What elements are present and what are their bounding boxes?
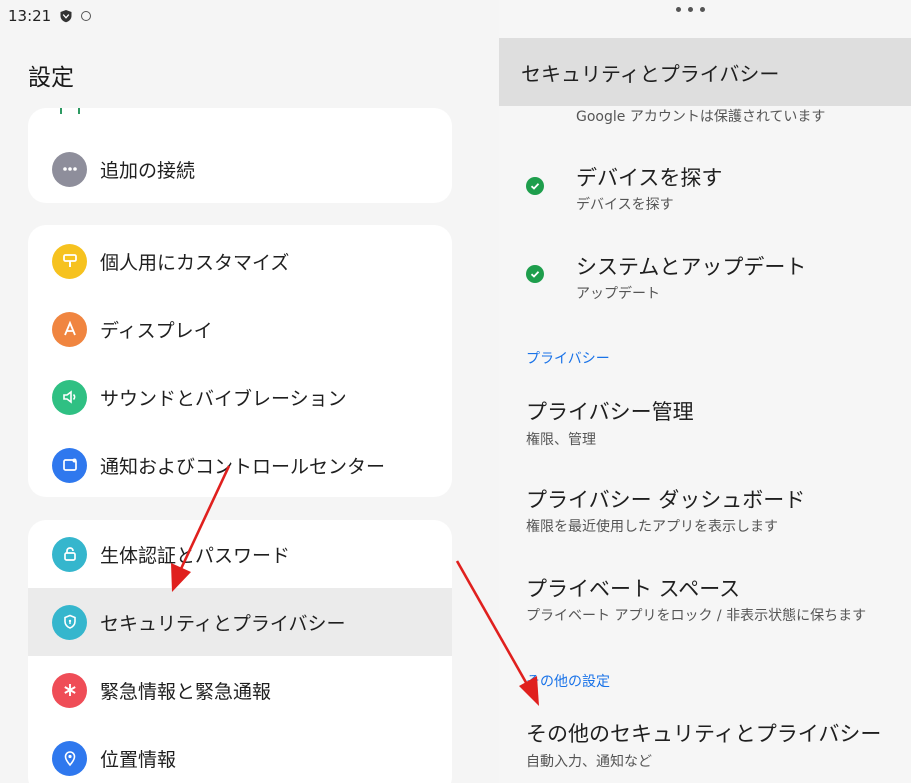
partially-hidden-item-icon	[60, 108, 80, 114]
check-icon	[526, 265, 544, 283]
page-title: 設定	[28, 65, 74, 91]
item-title: デバイスを探す	[576, 166, 723, 190]
settings-panel: 13:21 設定 追加の接続 個人用にカスタマイズ ディスプレイ サウンドとバイ…	[0, 0, 498, 783]
settings-item-location[interactable]: 位置情報	[28, 724, 452, 783]
settings-item-label: ディスプレイ	[100, 319, 213, 342]
paint-roller-icon	[52, 243, 87, 279]
settings-item-label: セキュリティとプライバシー	[100, 612, 346, 635]
location-pin-icon	[52, 740, 87, 776]
notification-icon	[52, 447, 87, 483]
settings-item-security-privacy[interactable]: セキュリティとプライバシー	[28, 588, 452, 656]
other-settings-section-header: その他の設定	[526, 674, 610, 690]
settings-item-label: 個人用にカスタマイズ	[100, 251, 290, 274]
settings-group-security: 生体認証とパスワード セキュリティとプライバシー 緊急情報と緊急通報 位置情報	[28, 520, 452, 783]
vpn-shield-icon	[60, 10, 72, 23]
item-title: その他のセキュリティとプライバシー	[526, 722, 882, 746]
shield-icon	[52, 604, 87, 640]
settings-item-customize[interactable]: 個人用にカスタマイズ	[28, 227, 452, 295]
settings-item-notifications[interactable]: 通知およびコントロールセンター	[28, 431, 452, 497]
settings-item-label: サウンドとバイブレーション	[100, 387, 347, 410]
item-title: システムとアップデート	[576, 255, 807, 279]
sync-circle-icon	[81, 11, 92, 21]
item-subtitle: 権限、管理	[526, 432, 596, 448]
settings-group-display: 個人用にカスタマイズ ディスプレイ サウンドとバイブレーション 通知およびコント…	[28, 225, 452, 497]
settings-item-label: 生体認証とパスワード	[100, 544, 291, 567]
item-subtitle: プライベート アプリをロック / 非表示状態に保ちます	[526, 608, 867, 624]
settings-item-label: 緊急情報と緊急通報	[100, 680, 272, 703]
item-subtitle: 自動入力、通知など	[526, 754, 652, 770]
panel-title: セキュリティとプライバシー	[521, 61, 780, 86]
google-account-status: Google アカウントは保護されています	[576, 109, 826, 125]
status-time: 13:21	[8, 7, 52, 25]
settings-item-display[interactable]: ディスプレイ	[28, 295, 452, 363]
item-title: プライバシー ダッシュボード	[526, 488, 806, 512]
item-subtitle: アップデート	[576, 286, 660, 302]
item-subtitle: 権限を最近使用したアプリを表示します	[526, 519, 778, 535]
settings-item-emergency[interactable]: 緊急情報と緊急通報	[28, 656, 452, 724]
item-title: プライベート スペース	[526, 577, 741, 601]
settings-item-label: 追加の接続	[100, 159, 196, 182]
settings-item-label: 位置情報	[100, 748, 177, 771]
item-title: プライバシー管理	[526, 400, 694, 424]
item-subtitle: デバイスを探す	[576, 197, 674, 213]
settings-item-biometrics[interactable]: 生体認証とパスワード	[28, 520, 452, 588]
more-dots-icon	[52, 151, 87, 187]
panel-header: セキュリティとプライバシー	[499, 38, 911, 106]
settings-item-label: 通知およびコントロールセンター	[100, 455, 386, 478]
settings-item-extra-connections[interactable]: 追加の接続	[28, 135, 452, 203]
lock-icon	[52, 536, 87, 572]
speaker-icon	[52, 379, 87, 415]
check-icon	[526, 177, 544, 195]
display-a-icon	[52, 311, 87, 347]
privacy-section-header: プライバシー	[526, 351, 610, 367]
asterisk-icon	[52, 672, 87, 708]
security-privacy-panel: セキュリティとプライバシー Google アカウントは保護されています デバイス…	[499, 0, 911, 783]
drag-handle-icon[interactable]	[676, 7, 705, 12]
settings-group-connections: 追加の接続	[28, 108, 452, 203]
status-bar: 13:21	[8, 6, 92, 26]
settings-item-sound[interactable]: サウンドとバイブレーション	[28, 363, 452, 431]
